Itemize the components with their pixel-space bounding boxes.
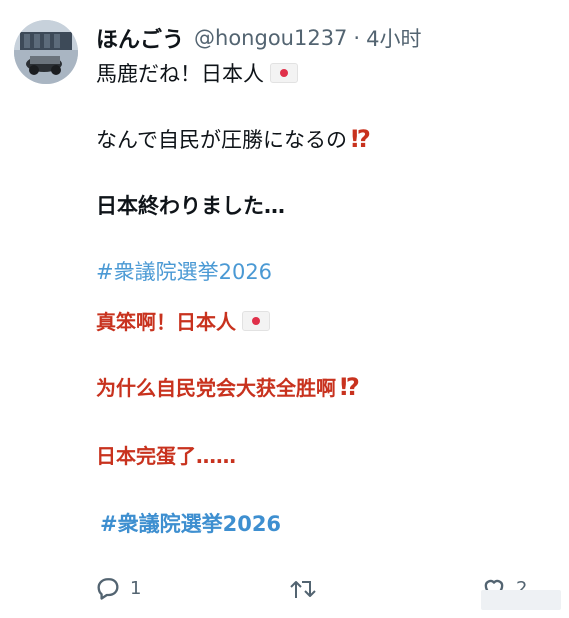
post-timestamp[interactable]: 4小时 (366, 23, 421, 53)
repost-icon (290, 581, 316, 598)
post-line-1: 馬鹿だね！日本人 (96, 58, 298, 88)
post-line-2: なんで自民が圧勝になるの ⁉ (96, 124, 371, 154)
translation-line-1: 真笨啊！日本人 (96, 306, 270, 335)
author-handle[interactable]: @hongou1237 (194, 26, 347, 50)
header-separator: · (353, 26, 361, 50)
translation-text: 为什么自民党会大获全胜啊 (96, 376, 336, 400)
avatar-image (14, 20, 78, 84)
japan-flag-icon (270, 63, 298, 83)
translation-text: 真笨啊！日本人 (96, 310, 236, 334)
watermark-overlay (481, 590, 561, 610)
post-line-4: #衆議院選挙2026 (96, 256, 272, 286)
post-text: なんで自民が圧勝になるの (96, 128, 347, 152)
post-header: ほんごう @hongou1237 · 4小时 (96, 18, 421, 58)
author-name[interactable]: ほんごう (96, 22, 184, 54)
translation-line-2: 为什么自民党会大获全胜啊 ⁉ (96, 372, 360, 401)
avatar[interactable] (14, 20, 78, 84)
post-text: 馬鹿だね！日本人 (96, 62, 264, 86)
post-line-3: 日本終わりました… (96, 190, 285, 220)
hashtag-link[interactable]: #衆議院選挙2026 (100, 508, 281, 538)
reply-count: 1 (130, 577, 142, 599)
hashtag-link[interactable]: #衆議院選挙2026 (96, 256, 272, 286)
translation-text: 日本完蛋了…… (96, 444, 236, 468)
interrobang-icon: ⁉ (340, 372, 360, 401)
reply-icon (97, 578, 119, 600)
post-text: 日本終わりました… (96, 194, 285, 218)
translation-line-3: 日本完蛋了…… (96, 440, 236, 469)
translation-line-4: #衆議院選挙2026 (100, 508, 281, 538)
japan-flag-icon (242, 310, 270, 331)
repost-button[interactable] (288, 576, 318, 602)
interrobang-icon: ⁉ (350, 125, 371, 153)
reply-button[interactable]: 1 (94, 574, 141, 602)
